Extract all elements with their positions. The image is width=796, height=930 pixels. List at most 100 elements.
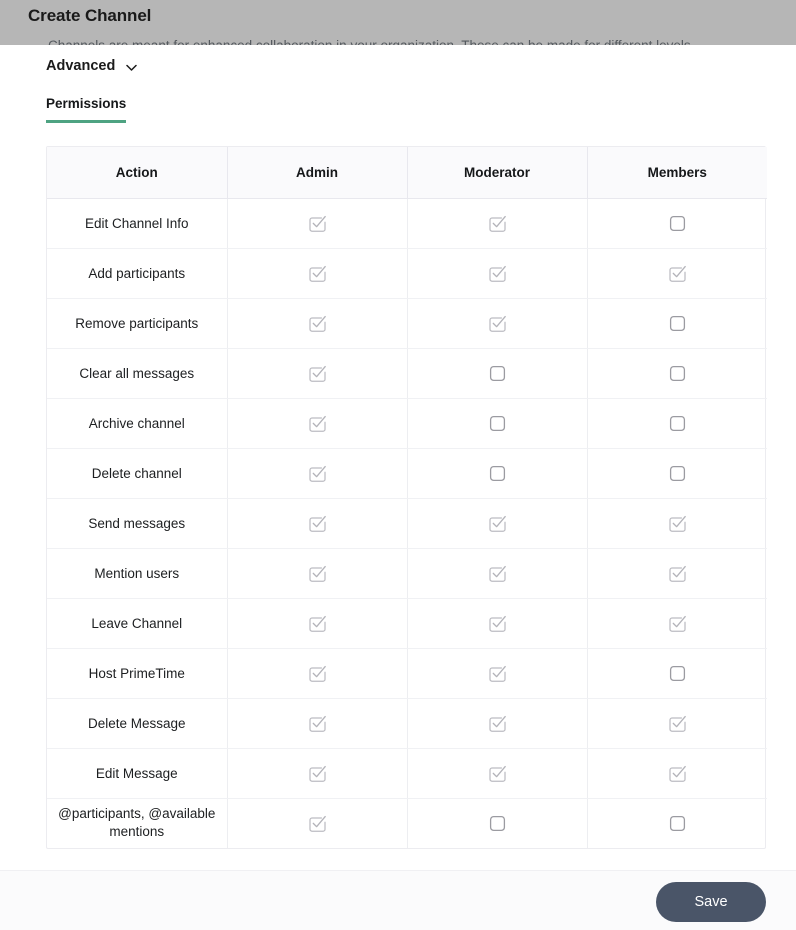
checkbox-moderator-cell[interactable]	[407, 498, 588, 549]
checkbox-admin-cell[interactable]	[227, 248, 408, 299]
table-row: Mention users	[47, 548, 767, 599]
action-label: Archive channel	[47, 398, 228, 449]
checkbox-moderator-cell[interactable]	[407, 798, 588, 848]
checkbox-moderator[interactable]	[488, 814, 507, 833]
checkbox-members[interactable]	[668, 514, 687, 533]
checkbox-members-cell[interactable]	[587, 748, 767, 799]
table-row: Edit Message	[47, 748, 767, 799]
table-body: Edit Channel Info Add participants Remove …	[47, 198, 767, 848]
column-header-moderator: Moderator	[407, 147, 588, 199]
checkbox-moderator-cell[interactable]	[407, 348, 588, 399]
checkbox-moderator-cell[interactable]	[407, 598, 588, 649]
checkbox-members[interactable]	[668, 414, 687, 433]
checkbox-admin[interactable]	[308, 414, 327, 433]
action-label: Remove participants	[47, 298, 228, 349]
checkbox-moderator-cell[interactable]	[407, 198, 588, 249]
table-row: Host PrimeTime	[47, 648, 767, 699]
checkbox-members-cell[interactable]	[587, 348, 767, 399]
table-row: Remove participants	[47, 298, 767, 349]
table-row: @participants, @available mentions	[47, 798, 767, 848]
action-label: Send messages	[47, 498, 228, 549]
checkbox-moderator[interactable]	[488, 614, 507, 633]
checkbox-admin[interactable]	[308, 364, 327, 383]
checkbox-members[interactable]	[668, 614, 687, 633]
checkbox-members-cell[interactable]	[587, 648, 767, 699]
checkbox-moderator-cell[interactable]	[407, 698, 588, 749]
checkbox-moderator-cell[interactable]	[407, 448, 588, 499]
checkbox-moderator[interactable]	[488, 764, 507, 783]
checkbox-admin[interactable]	[308, 264, 327, 283]
checkbox-members-cell[interactable]	[587, 398, 767, 449]
checkbox-admin[interactable]	[308, 564, 327, 583]
checkbox-members-cell[interactable]	[587, 448, 767, 499]
checkbox-members[interactable]	[668, 264, 687, 283]
checkbox-moderator[interactable]	[488, 414, 507, 433]
save-button[interactable]: Save	[656, 882, 766, 922]
checkbox-admin[interactable]	[308, 814, 327, 833]
checkbox-moderator[interactable]	[488, 314, 507, 333]
checkbox-members-cell[interactable]	[587, 498, 767, 549]
checkbox-admin[interactable]	[308, 514, 327, 533]
advanced-toggle[interactable]: Advanced	[46, 58, 139, 74]
checkbox-admin-cell[interactable]	[227, 448, 408, 499]
checkbox-admin[interactable]	[308, 714, 327, 733]
checkbox-admin-cell[interactable]	[227, 598, 408, 649]
chevron-down-icon[interactable]	[124, 60, 139, 75]
checkbox-moderator-cell[interactable]	[407, 648, 588, 699]
checkbox-admin-cell[interactable]	[227, 298, 408, 349]
checkbox-admin-cell[interactable]	[227, 748, 408, 799]
checkbox-admin-cell[interactable]	[227, 798, 408, 848]
checkbox-members-cell[interactable]	[587, 548, 767, 599]
checkbox-admin-cell[interactable]	[227, 648, 408, 699]
checkbox-moderator[interactable]	[488, 664, 507, 683]
checkbox-admin[interactable]	[308, 764, 327, 783]
checkbox-moderator-cell[interactable]	[407, 398, 588, 449]
checkbox-admin[interactable]	[308, 464, 327, 483]
checkbox-moderator[interactable]	[488, 514, 507, 533]
action-label: Delete Message	[47, 698, 228, 749]
checkbox-members-cell[interactable]	[587, 798, 767, 848]
table-row: Delete Message	[47, 698, 767, 749]
checkbox-moderator[interactable]	[488, 214, 507, 233]
checkbox-members[interactable]	[668, 364, 687, 383]
checkbox-admin-cell[interactable]	[227, 548, 408, 599]
checkbox-moderator-cell[interactable]	[407, 748, 588, 799]
checkbox-admin-cell[interactable]	[227, 698, 408, 749]
checkbox-moderator[interactable]	[488, 714, 507, 733]
checkbox-admin[interactable]	[308, 214, 327, 233]
checkbox-members[interactable]	[668, 764, 687, 783]
checkbox-moderator-cell[interactable]	[407, 248, 588, 299]
checkbox-admin-cell[interactable]	[227, 498, 408, 549]
checkbox-members-cell[interactable]	[587, 198, 767, 249]
checkbox-moderator[interactable]	[488, 564, 507, 583]
checkbox-admin[interactable]	[308, 664, 327, 683]
checkbox-admin-cell[interactable]	[227, 348, 408, 399]
action-label: Mention users	[47, 548, 228, 599]
checkbox-members[interactable]	[668, 564, 687, 583]
checkbox-members[interactable]	[668, 664, 687, 683]
checkbox-members-cell[interactable]	[587, 298, 767, 349]
checkbox-members-cell[interactable]	[587, 598, 767, 649]
checkbox-moderator[interactable]	[488, 264, 507, 283]
checkbox-members[interactable]	[668, 814, 687, 833]
action-label: Delete channel	[47, 448, 228, 499]
modal-subtitle: Channels are meant for enhanced collabor…	[48, 38, 796, 45]
checkbox-moderator[interactable]	[488, 364, 507, 383]
checkbox-admin-cell[interactable]	[227, 198, 408, 249]
checkbox-members[interactable]	[668, 714, 687, 733]
table-row: Send messages	[47, 498, 767, 549]
tab-permissions[interactable]: Permissions	[46, 96, 127, 123]
checkbox-moderator[interactable]	[488, 464, 507, 483]
action-label: Add participants	[47, 248, 228, 299]
checkbox-admin[interactable]	[308, 614, 327, 633]
checkbox-moderator-cell[interactable]	[407, 298, 588, 349]
checkbox-admin-cell[interactable]	[227, 398, 408, 449]
checkbox-members[interactable]	[668, 314, 687, 333]
permissions-table-wrapper: Action Admin Moderator Members Edit Chan…	[46, 146, 767, 849]
checkbox-admin[interactable]	[308, 314, 327, 333]
checkbox-members[interactable]	[668, 464, 687, 483]
checkbox-moderator-cell[interactable]	[407, 548, 588, 599]
checkbox-members[interactable]	[668, 214, 687, 233]
checkbox-members-cell[interactable]	[587, 248, 767, 299]
checkbox-members-cell[interactable]	[587, 698, 767, 749]
